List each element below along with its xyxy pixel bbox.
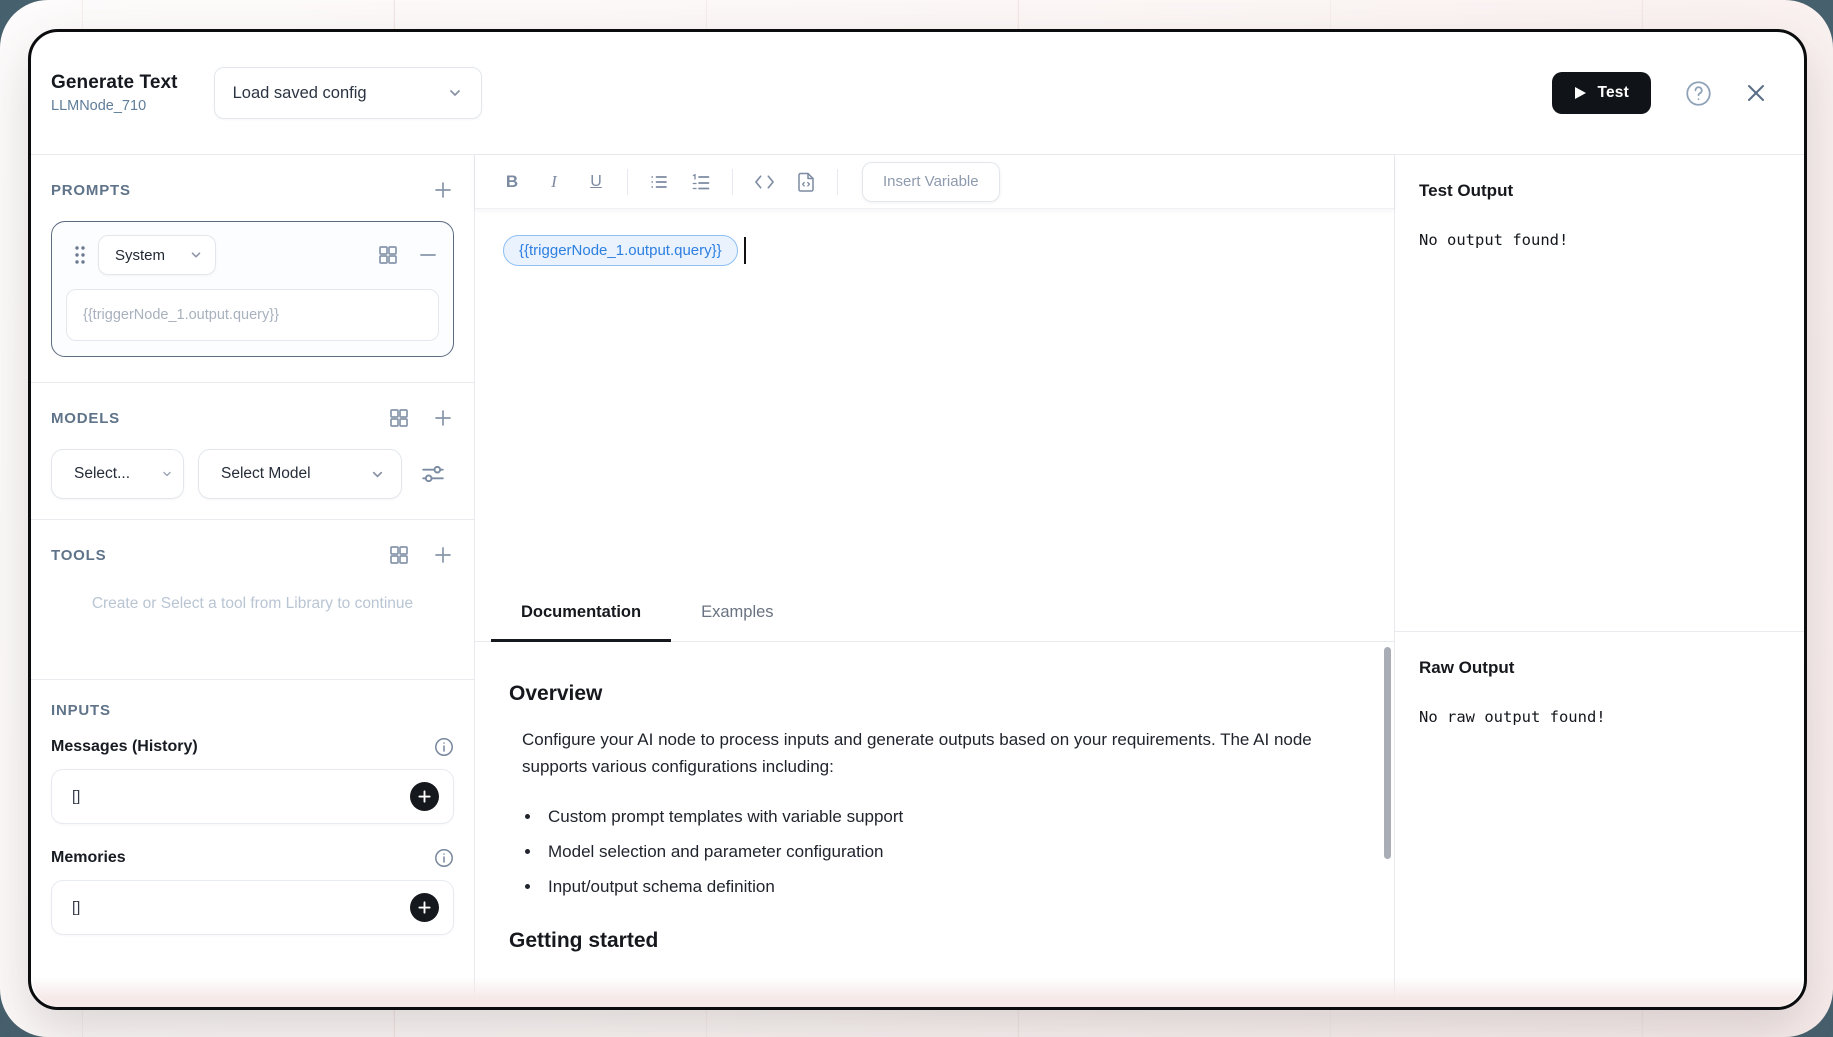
toolbar-divider	[732, 169, 733, 195]
getting-started-heading: Getting started	[509, 929, 1354, 953]
models-section: MODELS Select... Select Model	[31, 383, 474, 520]
toolbar-divider	[627, 169, 628, 195]
models-section-label: MODELS	[51, 410, 120, 427]
test-button[interactable]: Test	[1552, 72, 1651, 114]
output-panel: Test Output No output found! Raw Output …	[1394, 155, 1804, 1007]
model-select-value: Select Model	[221, 465, 370, 483]
inputs-section: INPUTS Messages (History) [] Memories	[31, 680, 474, 1007]
docs-tabbar: Documentation Examples	[475, 587, 1394, 642]
load-saved-config-select[interactable]: Load saved config	[214, 67, 482, 119]
messages-history-label: Messages (History)	[51, 738, 198, 756]
add-model-icon[interactable]	[432, 407, 454, 429]
add-memory-button[interactable]	[410, 893, 439, 922]
expand-models-icon[interactable]	[388, 407, 410, 429]
chevron-down-icon	[370, 467, 385, 482]
modal-body: PROMPTS System	[31, 155, 1804, 1007]
prompt-role-value: System	[115, 247, 189, 264]
modal-header: Generate Text LLMNode_710 Load saved con…	[31, 32, 1804, 155]
drag-handle-icon[interactable]	[72, 244, 88, 266]
bullet-list-icon	[649, 172, 669, 192]
raw-output-section: Raw Output No raw output found!	[1395, 632, 1804, 752]
tab-examples[interactable]: Examples	[671, 587, 803, 642]
prompt-editor-column: B I U Insert Variable	[475, 155, 1394, 1007]
prompts-section: PROMPTS System	[31, 155, 474, 383]
bold-button[interactable]: B	[491, 163, 533, 201]
code-file-button[interactable]	[785, 163, 827, 201]
config-sidebar: PROMPTS System	[31, 155, 475, 1007]
variable-chip[interactable]: {{triggerNode_1.output.query}}	[503, 235, 738, 266]
text-cursor	[744, 237, 746, 264]
chevron-down-icon	[189, 248, 203, 262]
tab-documentation[interactable]: Documentation	[491, 587, 671, 642]
italic-button[interactable]: I	[533, 163, 575, 201]
numbered-list-icon	[691, 172, 711, 192]
underline-button[interactable]: U	[575, 163, 617, 201]
insert-variable-button[interactable]: Insert Variable	[862, 162, 1000, 202]
model-settings-icon[interactable]	[420, 461, 446, 487]
test-output-text: No output found!	[1419, 231, 1780, 249]
test-output-section: Test Output No output found!	[1395, 155, 1804, 632]
add-message-button[interactable]	[410, 782, 439, 811]
play-icon	[1574, 86, 1587, 100]
list-item: Custom prompt templates with variable su…	[542, 807, 1354, 827]
prompts-section-label: PROMPTS	[51, 182, 131, 199]
node-title-block: Generate Text LLMNode_710	[51, 72, 178, 114]
toolbar-divider	[837, 169, 838, 195]
test-output-heading: Test Output	[1419, 181, 1780, 201]
list-item: Input/output schema definition	[542, 877, 1354, 897]
remove-prompt-icon[interactable]	[417, 244, 439, 266]
prompt-role-select[interactable]: System	[98, 235, 216, 275]
messages-history-input[interactable]: []	[51, 769, 454, 824]
code-icon	[754, 173, 775, 191]
code-file-icon	[797, 171, 816, 192]
chevron-down-icon	[447, 85, 463, 101]
messages-history-value: []	[72, 788, 410, 805]
documentation-panel[interactable]: Overview Configure your AI node to proce…	[475, 642, 1394, 1008]
numbered-list-button[interactable]	[680, 163, 722, 201]
list-item: Model selection and parameter configurat…	[542, 842, 1354, 862]
model-select[interactable]: Select Model	[198, 449, 402, 499]
header-actions: Test	[1552, 72, 1768, 114]
expand-tools-icon[interactable]	[388, 544, 410, 566]
add-prompt-icon[interactable]	[432, 179, 454, 201]
overview-heading: Overview	[509, 682, 1354, 706]
plus-icon	[417, 900, 432, 915]
node-title: Generate Text	[51, 72, 178, 94]
add-tool-icon[interactable]	[432, 544, 454, 566]
feature-list: Custom prompt templates with variable su…	[542, 807, 1354, 897]
editor-toolbar: B I U Insert Variable	[475, 155, 1394, 209]
info-icon[interactable]	[434, 848, 454, 868]
memories-value: []	[72, 899, 410, 916]
docs-scrollbar[interactable]	[1384, 647, 1391, 859]
test-button-label: Test	[1597, 84, 1629, 102]
chevron-down-icon	[161, 468, 173, 480]
bullet-list-button[interactable]	[638, 163, 680, 201]
overview-text: Configure your AI node to process inputs…	[522, 726, 1354, 781]
provider-select-value: Select...	[74, 465, 161, 483]
expand-prompt-icon[interactable]	[377, 244, 399, 266]
node-id: LLMNode_710	[51, 98, 178, 114]
help-icon[interactable]	[1685, 80, 1712, 107]
info-icon[interactable]	[434, 737, 454, 757]
prompt-text-input[interactable]	[66, 289, 439, 341]
memories-label: Memories	[51, 849, 126, 867]
memories-input[interactable]: []	[51, 880, 454, 935]
tools-section: TOOLS Create or Select a tool from Libra…	[31, 520, 474, 680]
close-icon[interactable]	[1744, 81, 1768, 105]
prompt-editor-area[interactable]: {{triggerNode_1.output.query}}	[475, 209, 1394, 587]
raw-output-text: No raw output found!	[1419, 708, 1780, 726]
load-saved-config-value: Load saved config	[233, 84, 447, 103]
code-button[interactable]	[743, 163, 785, 201]
prompt-card: System	[51, 221, 454, 357]
plus-icon	[417, 789, 432, 804]
tools-section-label: TOOLS	[51, 547, 106, 564]
raw-output-heading: Raw Output	[1419, 658, 1780, 678]
tools-empty-text: Create or Select a tool from Library to …	[83, 592, 423, 615]
inputs-section-label: INPUTS	[51, 702, 111, 719]
node-config-modal: Generate Text LLMNode_710 Load saved con…	[28, 29, 1807, 1010]
provider-select[interactable]: Select...	[51, 449, 184, 499]
